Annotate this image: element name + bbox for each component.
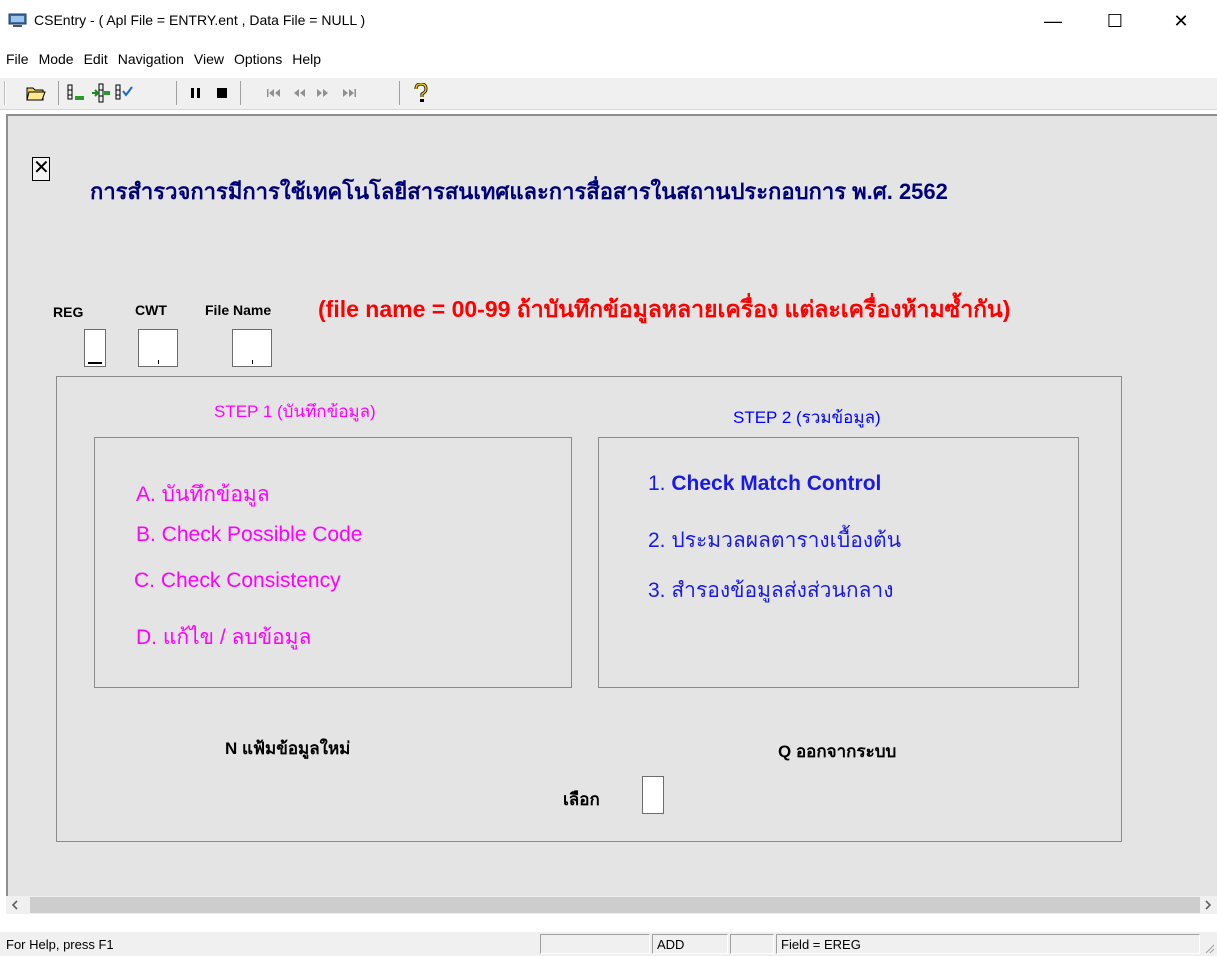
menu-view[interactable]: View: [189, 46, 229, 72]
option-3-backup-data: 3. สำรองข้อมูลส่งส่วนกลาง: [648, 574, 893, 607]
file-name-input[interactable]: [232, 329, 272, 367]
help-button[interactable]: [409, 81, 433, 105]
status-pane-empty: [540, 934, 650, 954]
digit-separator: [158, 360, 159, 364]
toolbar-separator: [240, 81, 241, 105]
scroll-thumb[interactable]: [30, 897, 1200, 913]
option-2-process-tables: 2. ประมวลผลตารางเบื้องต้น: [648, 524, 901, 557]
open-button[interactable]: [24, 81, 48, 105]
menu-mode[interactable]: Mode: [34, 46, 79, 72]
option-c-check-consistency: C. Check Consistency: [134, 569, 341, 592]
close-button[interactable]: ✕: [1158, 0, 1204, 42]
first-icon: [267, 89, 280, 97]
option-number: 2.: [648, 529, 666, 552]
maximize-icon: ☐: [1106, 10, 1124, 31]
insert-case-button[interactable]: [89, 81, 113, 105]
add-case-button[interactable]: [64, 81, 88, 105]
digit-separator: [252, 360, 253, 364]
form-close-box[interactable]: ✕: [32, 157, 50, 181]
option-text: ประมวลผลตารางเบื้องต้น: [671, 529, 902, 552]
reg-input[interactable]: [84, 329, 106, 367]
option-b-check-possible-code: B. Check Possible Code: [136, 523, 363, 546]
option-a-record-data: A. บันทึกข้อมูล: [136, 483, 270, 506]
menu-bar: File Mode Edit Navigation View Options H…: [0, 46, 326, 72]
minimize-icon: —: [1044, 10, 1062, 31]
status-pane-empty-2: [730, 934, 774, 954]
close-icon: ✕: [1173, 10, 1189, 31]
cwt-input[interactable]: [138, 329, 178, 367]
menu-navigation[interactable]: Navigation: [113, 46, 189, 72]
help-icon: [414, 83, 428, 102]
next-button[interactable]: [311, 81, 335, 105]
first-button[interactable]: [262, 81, 286, 105]
cs-entry-app-icon: [8, 13, 27, 27]
select-input[interactable]: [642, 776, 664, 814]
scroll-left-arrow[interactable]: [6, 896, 24, 914]
menu-options[interactable]: Options: [229, 46, 287, 72]
title-bar: CSEntry - ( Apl File = ENTRY.ent , Data …: [0, 0, 1217, 42]
toolbar: [0, 78, 1217, 110]
text-cursor: [88, 362, 102, 364]
pause-icon: [191, 88, 200, 98]
verify-case-button[interactable]: [112, 81, 136, 105]
previous-icon: [294, 89, 305, 97]
window-title: CSEntry - ( Apl File = ENTRY.ent , Data …: [34, 12, 366, 28]
toolbar-separator: [176, 81, 177, 105]
last-icon: [343, 89, 356, 97]
step1-heading: STEP 1 (บันทึกข้อมูล): [214, 402, 376, 421]
status-mode: ADD: [652, 934, 728, 954]
chevron-right-icon: [1205, 900, 1212, 910]
toolbar-grip: [4, 81, 6, 105]
option-number: 1.: [648, 472, 666, 495]
add-case-icon: [67, 84, 84, 100]
file-name-note: (file name = 00-99 ถ้าบันทึกข้อมูลหลายเค…: [318, 296, 1011, 322]
option-d-edit-delete: D. แก้ไข / ลบข้อมูล: [136, 626, 312, 649]
stop-button[interactable]: [210, 81, 234, 105]
status-bar: For Help, press F1 ADD Field = EREG: [0, 932, 1217, 956]
toolbar-separator: [399, 81, 400, 105]
open-folder-icon: [26, 87, 46, 101]
menu-edit[interactable]: Edit: [79, 46, 113, 72]
status-help-text: For Help, press F1: [6, 937, 114, 952]
quit-option: Q ออกจากระบบ: [778, 742, 897, 761]
status-field: Field = EREG: [776, 934, 1200, 954]
previous-button[interactable]: [287, 81, 311, 105]
cwt-label: CWT: [135, 302, 167, 318]
option-1-check-match-control: 1. Check Match Control: [648, 472, 881, 496]
resize-grip-icon[interactable]: [1203, 942, 1215, 954]
step2-heading: STEP 2 (รวมข้อมูล): [733, 408, 881, 427]
insert-case-icon: [92, 83, 110, 103]
maximize-button[interactable]: ☐: [1092, 0, 1138, 42]
next-icon: [317, 89, 328, 97]
minimize-button[interactable]: —: [1030, 0, 1076, 42]
option-number: 3.: [648, 579, 666, 602]
pause-button[interactable]: [184, 81, 208, 105]
menu-file[interactable]: File: [0, 46, 34, 72]
file-name-label: File Name: [205, 302, 272, 318]
verify-case-icon: [115, 84, 133, 100]
scroll-right-arrow[interactable]: [1199, 896, 1217, 914]
select-label: เลือก: [563, 790, 600, 809]
new-file-option: N แฟ้มข้อมูลใหม่: [225, 739, 351, 758]
horizontal-scrollbar[interactable]: [6, 896, 1217, 914]
close-icon: ✕: [33, 155, 50, 179]
option-text: Check Match Control: [671, 472, 882, 495]
survey-title: การสำรวจการมีการใช้เทคโนโลยีสารสนเทศและก…: [90, 179, 948, 204]
menu-help[interactable]: Help: [287, 46, 326, 72]
last-button[interactable]: [337, 81, 361, 105]
chevron-left-icon: [11, 900, 18, 910]
option-text: สำรองข้อมูลส่งส่วนกลาง: [671, 579, 894, 602]
toolbar-separator: [58, 81, 59, 105]
stop-icon: [217, 88, 227, 98]
reg-label: REG: [53, 304, 84, 320]
